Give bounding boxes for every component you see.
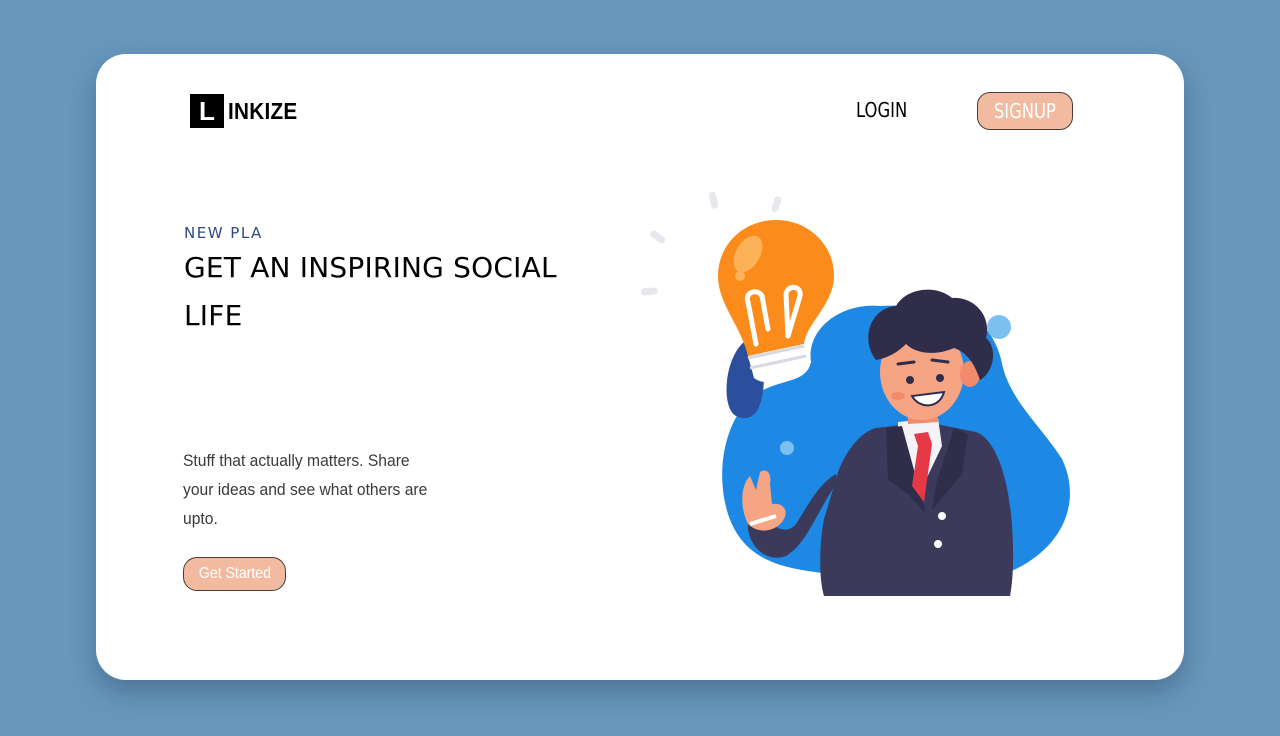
get-started-button[interactable]: Get Started — [183, 557, 286, 591]
login-link[interactable]: LOGIN — [856, 98, 907, 122]
logo-mark-icon: L — [190, 94, 224, 128]
hero-description: Stuff that actually matters. Share your … — [183, 451, 428, 528]
landing-card: L INKIZE LOGIN SIGNUP NEW PLA GET AN INS… — [96, 54, 1184, 680]
hero-headline: GET AN INSPIRING SOCIAL LIFE — [184, 251, 557, 332]
signup-button-label: SIGNUP — [993, 99, 1057, 123]
brand-logo[interactable]: L INKIZE — [190, 94, 305, 128]
businessman-lightbulb-illustration — [640, 191, 1070, 596]
get-started-button-label: Get Started — [198, 565, 271, 582]
hero-eyebrow: NEW PLA — [184, 224, 263, 242]
signup-button[interactable]: SIGNUP — [977, 92, 1073, 130]
brand-name: INKIZE — [228, 97, 298, 124]
